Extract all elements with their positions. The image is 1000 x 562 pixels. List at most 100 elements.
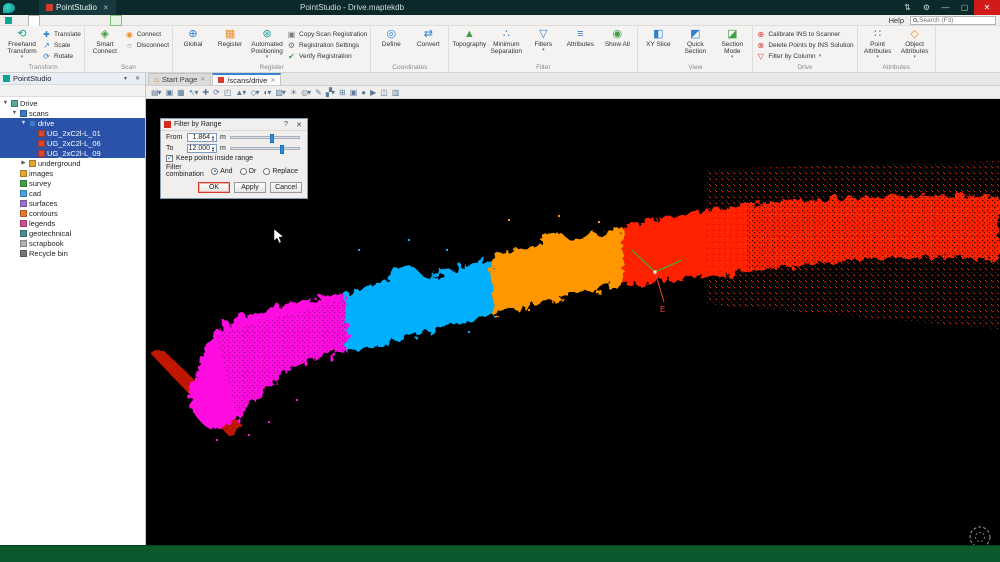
dialog-titlebar[interactable]: Filter by Range ? ✕ — [161, 119, 307, 131]
menu-item[interactable] — [28, 14, 40, 26]
tree-item[interactable]: cad — [0, 188, 145, 198]
record-icon[interactable]: ● — [361, 88, 366, 97]
close-button[interactable]: ✕ — [974, 0, 1000, 15]
close-tab-icon[interactable]: ✕ — [103, 4, 109, 12]
tree-item[interactable]: ▼ scans — [0, 108, 145, 118]
menu-item[interactable] — [18, 15, 28, 26]
expander-icon[interactable]: ▼ — [20, 120, 27, 126]
maximize-button[interactable]: ▢ — [955, 0, 974, 15]
shading-icon[interactable]: ◐▾ — [264, 88, 272, 97]
look-direction-icon[interactable]: ▲▾ — [235, 88, 246, 97]
tab-scans-drive[interactable]: /scans/drive ✕ — [212, 73, 282, 85]
tree-item[interactable]: scrapbook — [0, 238, 145, 248]
slider-thumb[interactable] — [279, 145, 284, 154]
spinner-icon[interactable]: ▲ ▼ — [211, 145, 215, 152]
menu-item[interactable] — [110, 14, 122, 26]
perspective-icon[interactable]: ◇▾ — [250, 88, 259, 97]
split-view-icon[interactable]: ◫ — [380, 88, 388, 97]
print-icon[interactable]: ▦ — [177, 88, 185, 97]
close-tab-icon[interactable]: ✕ — [270, 77, 275, 84]
apply-button[interactable]: Apply — [234, 182, 266, 193]
global-button[interactable]: ⊕ Global — [176, 27, 210, 48]
smart-connect-button[interactable]: ◈ Smart Connect — [88, 27, 122, 55]
tree-item[interactable]: UG_2xC2l-L_06 — [0, 138, 145, 148]
automated-positioning-button[interactable]: ⊛ Automated Positioning ▾ — [250, 27, 284, 60]
dialog-close-button[interactable]: ✕ — [294, 121, 304, 129]
rotate-button[interactable]: ⟳ Rotate — [42, 51, 81, 61]
compass-indicator[interactable] — [969, 526, 991, 545]
background-icon[interactable]: ▣ — [350, 88, 358, 97]
app-icon[interactable] — [5, 16, 12, 24]
to-input[interactable]: 12.000 ▲ ▼ — [187, 144, 217, 153]
close-tab-icon[interactable]: ✕ — [200, 76, 205, 83]
expander-icon[interactable]: ▼ — [11, 110, 18, 116]
tree-item[interactable]: geotechnical — [0, 228, 145, 238]
to-slider[interactable] — [230, 145, 300, 154]
show-all-button[interactable]: ◉ Show All — [600, 27, 634, 48]
layout-icon[interactable]: ▥ — [392, 88, 400, 97]
dialog-help-button[interactable]: ? — [281, 121, 291, 128]
tree-item[interactable]: ▼ drive — [0, 118, 145, 128]
tree-item[interactable]: ▶ underground — [0, 158, 145, 168]
define-button[interactable]: ◎ Define — [374, 27, 408, 48]
menu-item[interactable] — [70, 15, 80, 26]
tree-item[interactable]: images — [0, 168, 145, 178]
color-by-icon[interactable]: ▧▾ — [275, 88, 286, 97]
radio-replace[interactable]: Replace — [263, 167, 298, 175]
verify-registration-button[interactable]: ✔ Verify Registration — [287, 51, 367, 61]
play-icon[interactable]: ▶ — [370, 88, 376, 97]
from-slider[interactable] — [230, 134, 300, 143]
tree-item[interactable]: ▼ Drive — [0, 98, 145, 108]
minimum-separation-button[interactable]: ∴ Minimum Separation — [489, 27, 523, 55]
rotate-view-icon[interactable]: ⟳ — [213, 88, 220, 97]
registration-settings-button[interactable]: ⚙ Registration Settings — [287, 40, 367, 50]
quick-section-button[interactable]: ◩ Quick Section — [678, 27, 712, 55]
search-box[interactable] — [910, 15, 996, 25]
grid-icon[interactable]: ⊞ — [339, 88, 346, 97]
tree-item[interactable]: surfaces — [0, 198, 145, 208]
copy-view-icon[interactable]: ▣ — [166, 88, 174, 97]
point-attributes-button[interactable]: ∷ Point Attributes ▾ — [861, 27, 895, 60]
pan-icon[interactable]: ✚ — [202, 88, 209, 97]
zoom-extents-icon[interactable]: ◰ — [224, 88, 232, 97]
menu-item[interactable] — [60, 15, 70, 26]
expander-icon[interactable]: ▼ — [2, 100, 9, 106]
annotate-icon[interactable]: ✎ — [315, 88, 322, 97]
attributes-button[interactable]: ≡ Attributes — [563, 27, 597, 48]
network-icon[interactable]: ⇅ — [898, 0, 917, 15]
lighting-icon[interactable]: ☀ — [290, 88, 297, 97]
translate-button[interactable]: ✚ Translate — [42, 29, 81, 39]
spinner-icon[interactable]: ▲ ▼ — [211, 134, 215, 141]
tree-item[interactable]: contours — [0, 208, 145, 218]
help-link[interactable]: Help — [889, 16, 904, 25]
tree-item[interactable]: legends — [0, 218, 145, 228]
scale-button[interactable]: ↗ Scale — [42, 40, 81, 50]
menu-item[interactable] — [50, 15, 60, 26]
tab-start-page[interactable]: ⌂ Start Page ✕ — [148, 73, 212, 85]
register-button[interactable]: ▦ Register — [213, 27, 247, 48]
tree-item[interactable]: survey — [0, 178, 145, 188]
cancel-button[interactable]: Cancel — [270, 182, 302, 193]
copy-scan-registration-button[interactable]: ▣ Copy Scan Registration — [287, 29, 368, 39]
tree-item[interactable]: Recycle bin — [0, 248, 145, 258]
convert-button[interactable]: ⇄ Convert — [411, 27, 445, 48]
pin-icon[interactable]: ▾ — [121, 75, 130, 82]
menu-item[interactable] — [90, 15, 100, 26]
search-input[interactable] — [919, 16, 989, 24]
expander-icon[interactable]: ▶ — [20, 160, 27, 166]
keep-points-checkbox[interactable] — [166, 154, 173, 162]
settings-gear-icon[interactable]: ⚙ — [917, 0, 936, 15]
filters-button[interactable]: ▽ Filters ▾ — [526, 27, 560, 53]
select-mode-icon[interactable]: ↖▾ — [189, 88, 199, 97]
object-attributes-button[interactable]: ◇ Object Attributes ▾ — [898, 27, 932, 60]
minimize-button[interactable]: — — [936, 0, 955, 15]
disconnect-button[interactable]: ○ Disconnect — [125, 40, 169, 50]
radio-or[interactable]: Or — [239, 167, 256, 175]
from-input[interactable]: 1.864 ▲ ▼ — [187, 133, 217, 142]
delete-points-ins-button[interactable]: ⊗ Delete Points by INS Solution — [756, 40, 853, 50]
freehand-transform-button[interactable]: ⟲ Freehand Transform ▾ — [5, 27, 39, 60]
measure-icon[interactable]: ◎▾ — [301, 88, 311, 97]
tree-item[interactable]: UG_2xC2l-L_01 — [0, 128, 145, 138]
radio-and[interactable]: And — [211, 167, 233, 175]
ok-button[interactable]: OK — [198, 182, 230, 193]
